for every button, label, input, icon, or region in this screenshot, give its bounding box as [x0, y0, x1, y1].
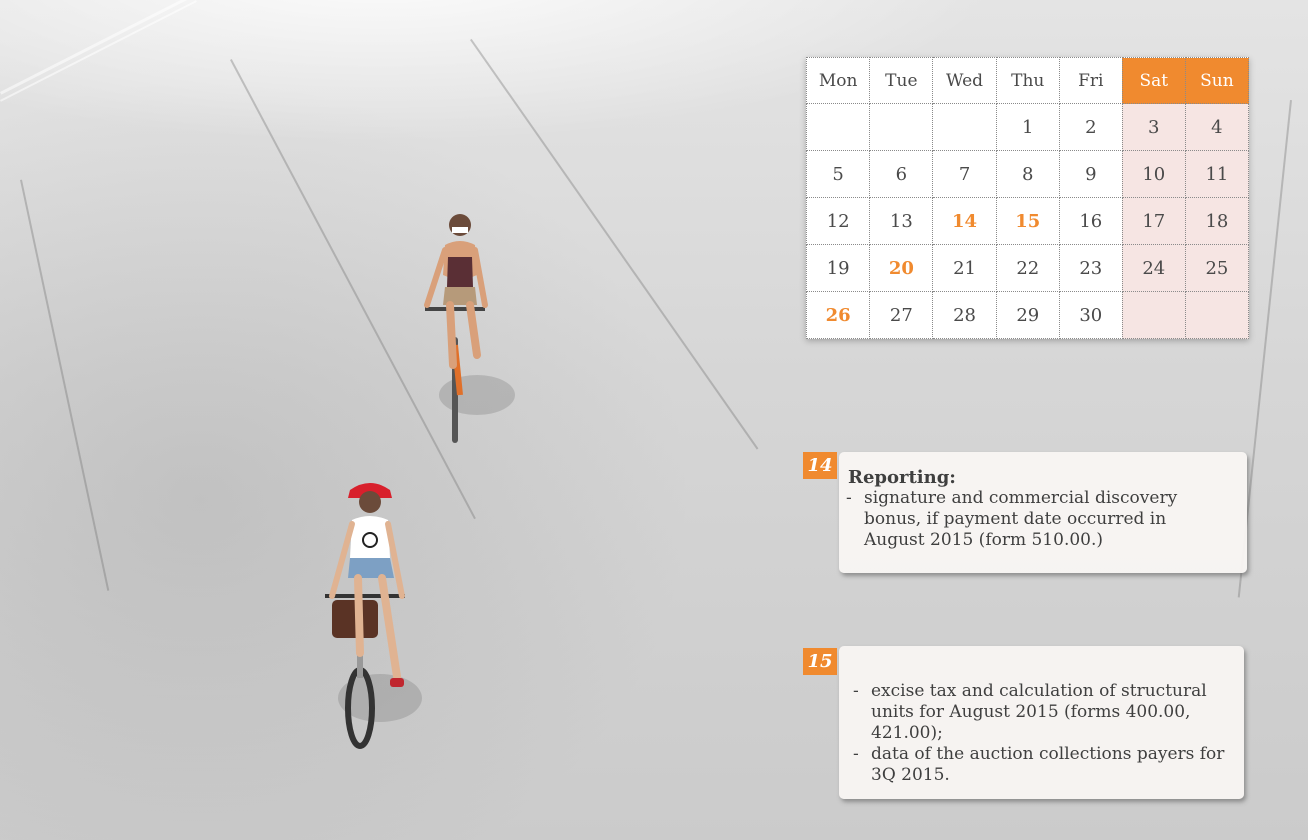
event-card-item: excise tax and calculation of structural…	[853, 681, 1233, 744]
calendar-week-row: 1234	[805, 103, 1250, 151]
month-calendar: Mon Tue Wed Thu Fri Sat Sun 1 2 3 4 5 6 7 8 9 10 1…	[805, 57, 1250, 339]
calendar-week-row: 26 27 28 29 30	[805, 291, 1250, 339]
calendar-day-cell: 1	[995, 103, 1060, 151]
cyclist-near-illustration	[325, 483, 422, 749]
calendar-day-cell: 13	[869, 197, 934, 245]
calendar-day-cell: 21	[932, 244, 997, 292]
event-card: excise tax and calculation of structural…	[839, 646, 1244, 799]
weekday-header-weekend: Sat	[1121, 57, 1186, 104]
calendar-day-cell: 8	[995, 150, 1060, 198]
calendar-day-cell: 22	[995, 244, 1060, 292]
calendar-day-cell-highlighted: 15	[995, 197, 1060, 245]
event-card-list: excise tax and calculation of structural…	[853, 681, 1233, 786]
calendar-empty-cell	[932, 103, 997, 151]
calendar-day-cell-highlighted: 26	[805, 291, 871, 339]
calendar-day-cell: 11	[1184, 150, 1250, 198]
cyclist-far-illustration	[424, 214, 515, 443]
weekday-header: Fri	[1058, 57, 1123, 104]
event-card: Reporting: signature and commercial disc…	[839, 452, 1247, 573]
calendar-day-cell: 29	[995, 291, 1060, 339]
calendar-empty-cell	[1121, 291, 1186, 339]
calendar-empty-cell	[805, 103, 871, 151]
calendar-day-cell: 6	[869, 150, 934, 198]
calendar-empty-cell	[869, 103, 934, 151]
calendar-weekday-row: Mon Tue Wed Thu Fri Sat Sun	[805, 57, 1250, 104]
event-day-tag: 14	[803, 452, 837, 479]
calendar-day-cell: 24	[1121, 244, 1186, 292]
calendar-day-cell: 18	[1184, 197, 1250, 245]
weekday-header-weekend: Sun	[1184, 57, 1250, 104]
calendar-day-cell: 23	[1058, 244, 1123, 292]
calendar-day-cell: 16	[1058, 197, 1123, 245]
calendar-day-cell: 28	[932, 291, 997, 339]
event-card-item: data of the auction collections payers f…	[853, 744, 1233, 786]
calendar-day-cell: 30	[1058, 291, 1123, 339]
calendar-week-row: 19 20 21 22 23 24 25	[805, 244, 1250, 292]
calendar-day-cell: 19	[805, 244, 871, 292]
calendar-empty-cell	[1184, 291, 1250, 339]
event-day-tag: 15	[803, 648, 837, 675]
event-card-list: signature and commercial discovery bonus…	[846, 488, 1228, 551]
calendar-day-cell: 4	[1184, 103, 1250, 151]
calendar-day-cell: 17	[1121, 197, 1186, 245]
road-crack	[20, 179, 110, 591]
weekday-header: Wed	[932, 57, 997, 104]
calendar-day-cell: 2	[1058, 103, 1123, 151]
calendar-day-cell: 12	[805, 197, 871, 245]
calendar-day-cell: 9	[1058, 150, 1123, 198]
weekday-header: Thu	[995, 57, 1060, 104]
event-card-item: signature and commercial discovery bonus…	[846, 488, 1228, 551]
weekday-header: Mon	[805, 57, 871, 104]
calendar-day-cell: 25	[1184, 244, 1250, 292]
calendar-day-cell: 3	[1121, 103, 1186, 151]
calendar-day-cell-highlighted: 14	[932, 197, 997, 245]
calendar-week-row: 12 13 14 15 16 17 18	[805, 197, 1250, 245]
weekday-header: Tue	[869, 57, 934, 104]
calendar-day-cell: 7	[932, 150, 997, 198]
event-card-title: Reporting:	[848, 467, 956, 488]
calendar-day-cell: 27	[869, 291, 934, 339]
calendar-day-cell: 10	[1121, 150, 1186, 198]
road-edge-line	[0, 0, 197, 102]
calendar-day-cell: 5	[805, 150, 871, 198]
calendar-week-row: 5 6 7 8 9 10 11	[805, 150, 1250, 198]
calendar-day-cell-highlighted: 20	[869, 244, 934, 292]
